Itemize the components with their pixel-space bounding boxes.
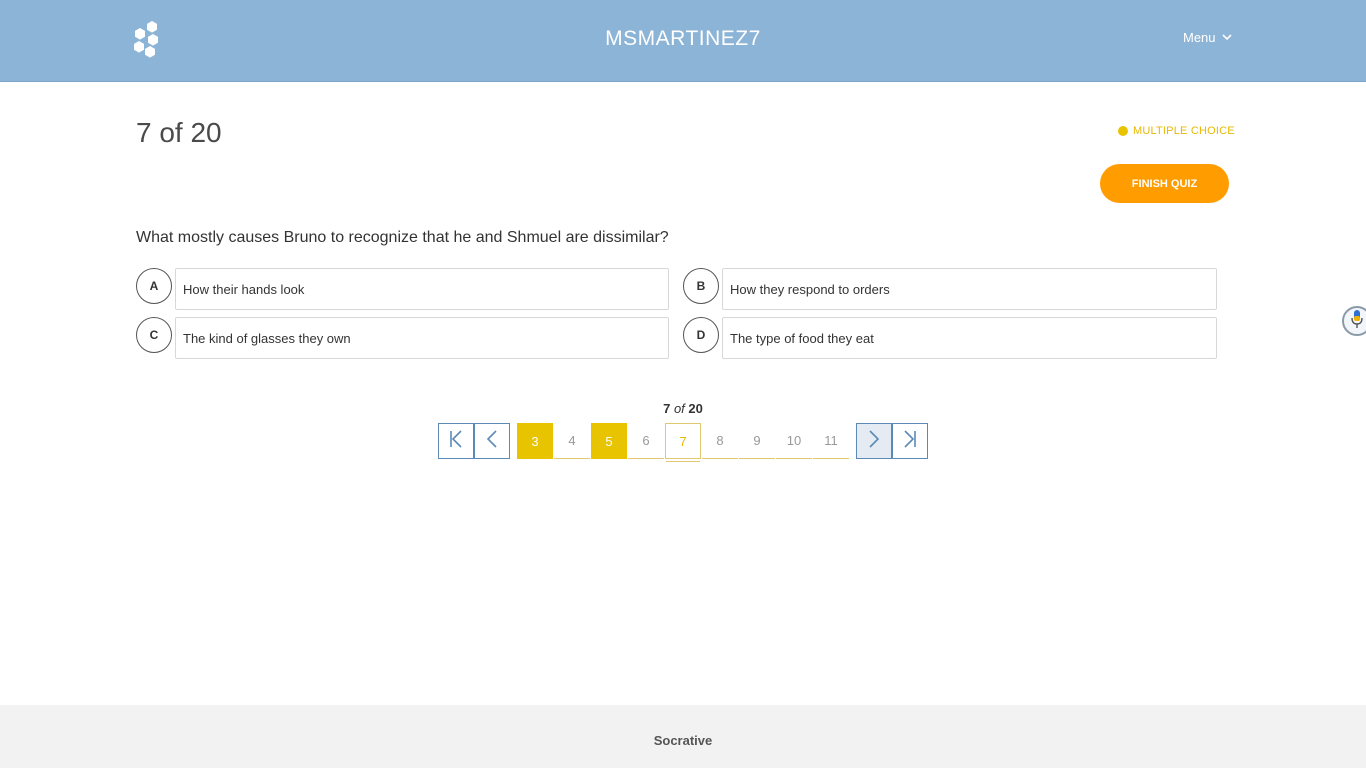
page-number-10[interactable]: 10 <box>776 423 812 459</box>
answer-text-a[interactable]: How their hands look <box>175 268 669 310</box>
page-number-7[interactable]: 7 <box>665 423 701 462</box>
page-number-3[interactable]: 3 <box>517 423 553 459</box>
first-page-button[interactable] <box>438 423 474 459</box>
next-page-icon <box>867 429 881 453</box>
page-number-8[interactable]: 8 <box>702 423 738 459</box>
answer-text-d[interactable]: The type of food they eat <box>722 317 1217 359</box>
chevron-down-icon <box>1221 34 1232 41</box>
pagination-of: of <box>673 401 685 416</box>
answer-letter-b[interactable]: B <box>683 268 719 304</box>
pagination-label: 7 of 20 <box>0 401 1366 416</box>
answer-text-b[interactable]: How they respond to orders <box>722 268 1217 310</box>
footer-brand: Socrative <box>653 733 713 748</box>
last-page-button[interactable] <box>892 423 928 459</box>
last-page-icon <box>902 429 918 453</box>
answer-text-c[interactable]: The kind of glasses they own <box>175 317 669 359</box>
answer-option-c[interactable]: C The kind of glasses they own <box>136 317 670 359</box>
answer-letter-d[interactable]: D <box>683 317 719 353</box>
pagination-current: 7 <box>663 401 671 416</box>
question-type-badge: MULTIPLE CHOICE <box>1118 125 1235 137</box>
menu-label: Menu <box>1183 30 1216 45</box>
question-text: What mostly causes Bruno to recognize th… <box>136 229 669 246</box>
voice-input-button[interactable] <box>1342 306 1366 336</box>
menu-button[interactable]: Menu <box>1183 30 1232 45</box>
top-header-bar: MSMARTINEZ7 Menu <box>0 0 1366 82</box>
question-count-title: 7 of 20 <box>136 117 222 148</box>
pagination-total: 20 <box>688 401 703 416</box>
page-number-11[interactable]: 11 <box>813 423 849 459</box>
page-number-6[interactable]: 6 <box>628 423 664 459</box>
answer-letter-a[interactable]: A <box>136 268 172 304</box>
first-page-icon <box>448 429 464 453</box>
question-type-label: MULTIPLE CHOICE <box>1133 125 1235 137</box>
page-number-5[interactable]: 5 <box>591 423 627 459</box>
answer-option-d[interactable]: D The type of food they eat <box>683 317 1217 359</box>
answer-option-a[interactable]: A How their hands look <box>136 268 670 310</box>
answer-letter-c[interactable]: C <box>136 317 172 353</box>
answer-option-b[interactable]: B How they respond to orders <box>683 268 1217 310</box>
question-type-dot-icon <box>1118 126 1128 136</box>
page-number-9[interactable]: 9 <box>739 423 775 459</box>
footer: Socrative <box>0 705 1366 768</box>
prev-page-icon <box>485 429 499 453</box>
microphone-icon <box>1350 309 1364 334</box>
finish-quiz-button[interactable]: FINISH QUIZ <box>1100 164 1229 203</box>
page-number-4[interactable]: 4 <box>554 423 590 459</box>
next-page-button[interactable] <box>856 423 892 459</box>
prev-page-button[interactable] <box>474 423 510 459</box>
room-name: MSMARTINEZ7 <box>605 27 761 50</box>
